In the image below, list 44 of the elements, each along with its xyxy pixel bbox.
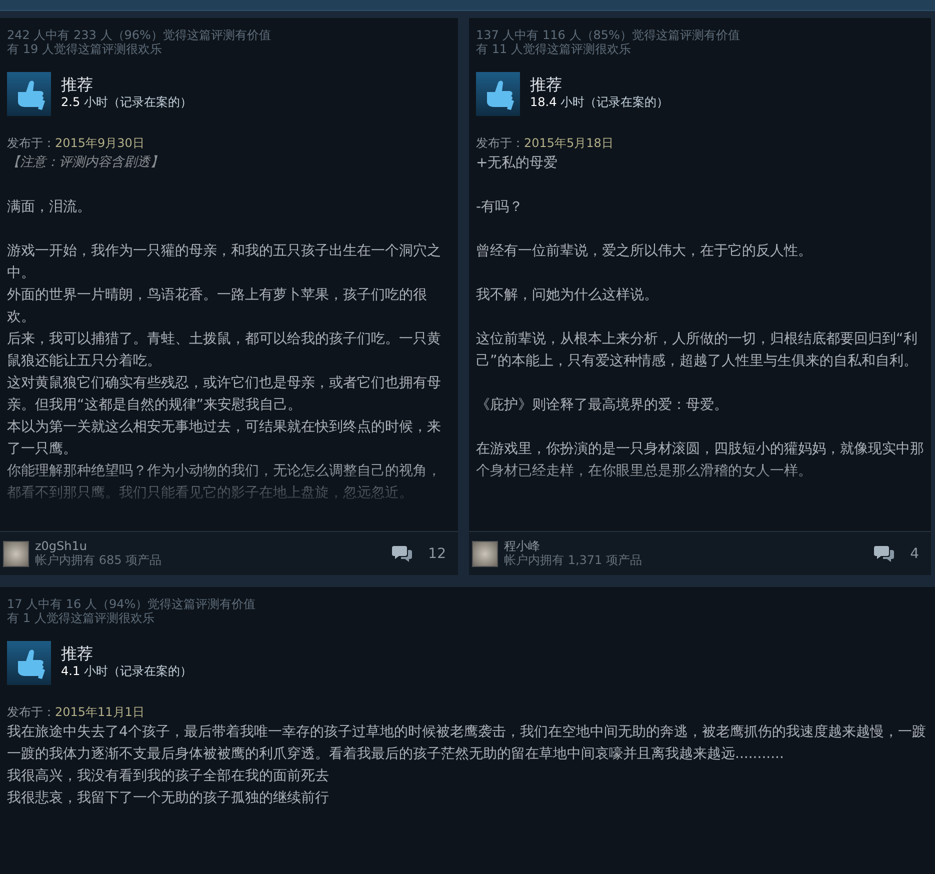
review-paragraph: 我不解，问她为什么这样说。 xyxy=(476,286,659,305)
hours-played: 18.4 小时（记录在案的） xyxy=(530,94,669,111)
helpful-count: 242 人中有 233 人（96%）觉得这篇评测有价值 xyxy=(7,28,272,42)
review-paragraph: 《庇护》则诠释了最高境界的爱：母爱。 xyxy=(476,396,729,415)
helpful-count: 17 人中有 16 人（94%）觉得这篇评测有价值 xyxy=(7,597,257,611)
review-paragraph: 本以为第一关就这么相安无事地过去，可结果就在快到终点的时候，来了一只鹰。 xyxy=(7,418,442,459)
posted-date: 发布于：2015年5月18日 xyxy=(475,135,614,152)
funny-count: 有 11 人觉得这篇评测很欢乐 xyxy=(476,42,632,56)
review-paragraph: 曾经有一位前辈说，爱之所以伟大，在于它的反人性。 xyxy=(476,242,813,261)
review-paragraph: 我很高兴，我没有看到我的孩子全部在我的面前死去 xyxy=(7,767,330,786)
review-paragraph: 你能理解那种绝望吗？作为小动物的我们，无论怎么调整自己的视角，都看不到那只鹰。我们只能看见它的影子在地上盘旋，忽远忽近。 xyxy=(7,462,442,503)
hours-played: 2.5 小时（记录在案的） xyxy=(61,94,192,111)
owned-products: 帐户内拥有 1,371 项产品 xyxy=(504,553,643,568)
funny-count: 有 1 人觉得这篇评测很欢乐 xyxy=(7,611,156,625)
funny-count: 有 19 人觉得这篇评测很欢乐 xyxy=(7,42,163,56)
thumbs-up-icon xyxy=(7,72,51,116)
comment-count[interactable]: 4 xyxy=(910,546,919,562)
verdict-title: 推荐 xyxy=(61,75,94,94)
author-name[interactable]: z0gSh1u xyxy=(35,539,386,553)
review-paragraph: 这对黄鼠狼它们确实有些残忍，或许它们也是母亲，或者它们也拥有母亲。但我用“这都是自然的规律”来安慰我自己。 xyxy=(7,374,442,415)
owned-products: 帐户内拥有 685 项产品 xyxy=(35,553,163,568)
review-paragraph: 游戏一开始，我作为一只獾的母亲，和我的五只孩子出生在一个洞穴之中。 xyxy=(7,242,442,283)
posted-date: 发布于：2015年9月30日 xyxy=(6,135,146,152)
comment-icon xyxy=(392,545,412,562)
review-paragraph: 这位前辈说，从根本上来分析，人所做的一切，归根结底都要回归到“利己”的本能上，只有爱这种情感，超越了人性里与生俱来的自私和自利。 xyxy=(476,330,918,371)
review-paragraph: 我在旅途中失去了4个孩子，最后带着我唯一幸存的孩子过草地的时候被老鹰袭击，我们在空地中间无助的奔逃，被老鹰抓伤的我速度越来越慢，一踱一踱的我体力逐渐不支最后身体被被鹰的利爪穿透。看着我最后的孩子茫然无助的留在草地中间哀嚎并且离我越来越远........... xyxy=(7,723,927,764)
comment-count[interactable]: 12 xyxy=(428,546,446,562)
verdict-title: 推荐 xyxy=(61,644,94,663)
hours-played: 4.1 小时（记录在案的） xyxy=(61,663,192,680)
comment-icon xyxy=(874,545,894,562)
thumbs-up-icon xyxy=(7,641,51,685)
review-paragraph: -有吗？ xyxy=(476,198,524,217)
thumbs-up-icon xyxy=(476,72,520,116)
posted-date: 发布于：2015年11月1日 xyxy=(6,704,146,721)
spoiler-note: 【注意：评测内容含剧透】 xyxy=(7,154,164,172)
review-paragraph: 满面，泪流。 xyxy=(7,198,92,217)
review-paragraph: 后来，我可以捕猎了。青蛙、土拨鼠，都可以给我的孩子们吃。一只黄鼠狼还能让五只分着吃。 xyxy=(7,330,442,371)
review-paragraph: 外面的世界一片晴朗，鸟语花香。一路上有萝卜苹果，孩子们吃的很欢。 xyxy=(7,286,428,327)
review-paragraph: +无私的母爱 xyxy=(476,154,559,173)
review-paragraph: 在游戏里，你扮演的是一只身材滚圆，四肢短小的獾妈妈，就像现实中那个身材已经走样，在你眼里总是那么滑稽的女人一样。 xyxy=(476,440,924,481)
verdict-title: 推荐 xyxy=(530,75,563,94)
helpful-count: 137 人中有 116 人（85%）觉得这篇评测有价值 xyxy=(476,28,741,42)
review-paragraph: 我很悲哀，我留下了一个无助的孩子孤独的继续前行 xyxy=(7,789,330,808)
author-name[interactable]: 程小峰 xyxy=(504,539,868,553)
